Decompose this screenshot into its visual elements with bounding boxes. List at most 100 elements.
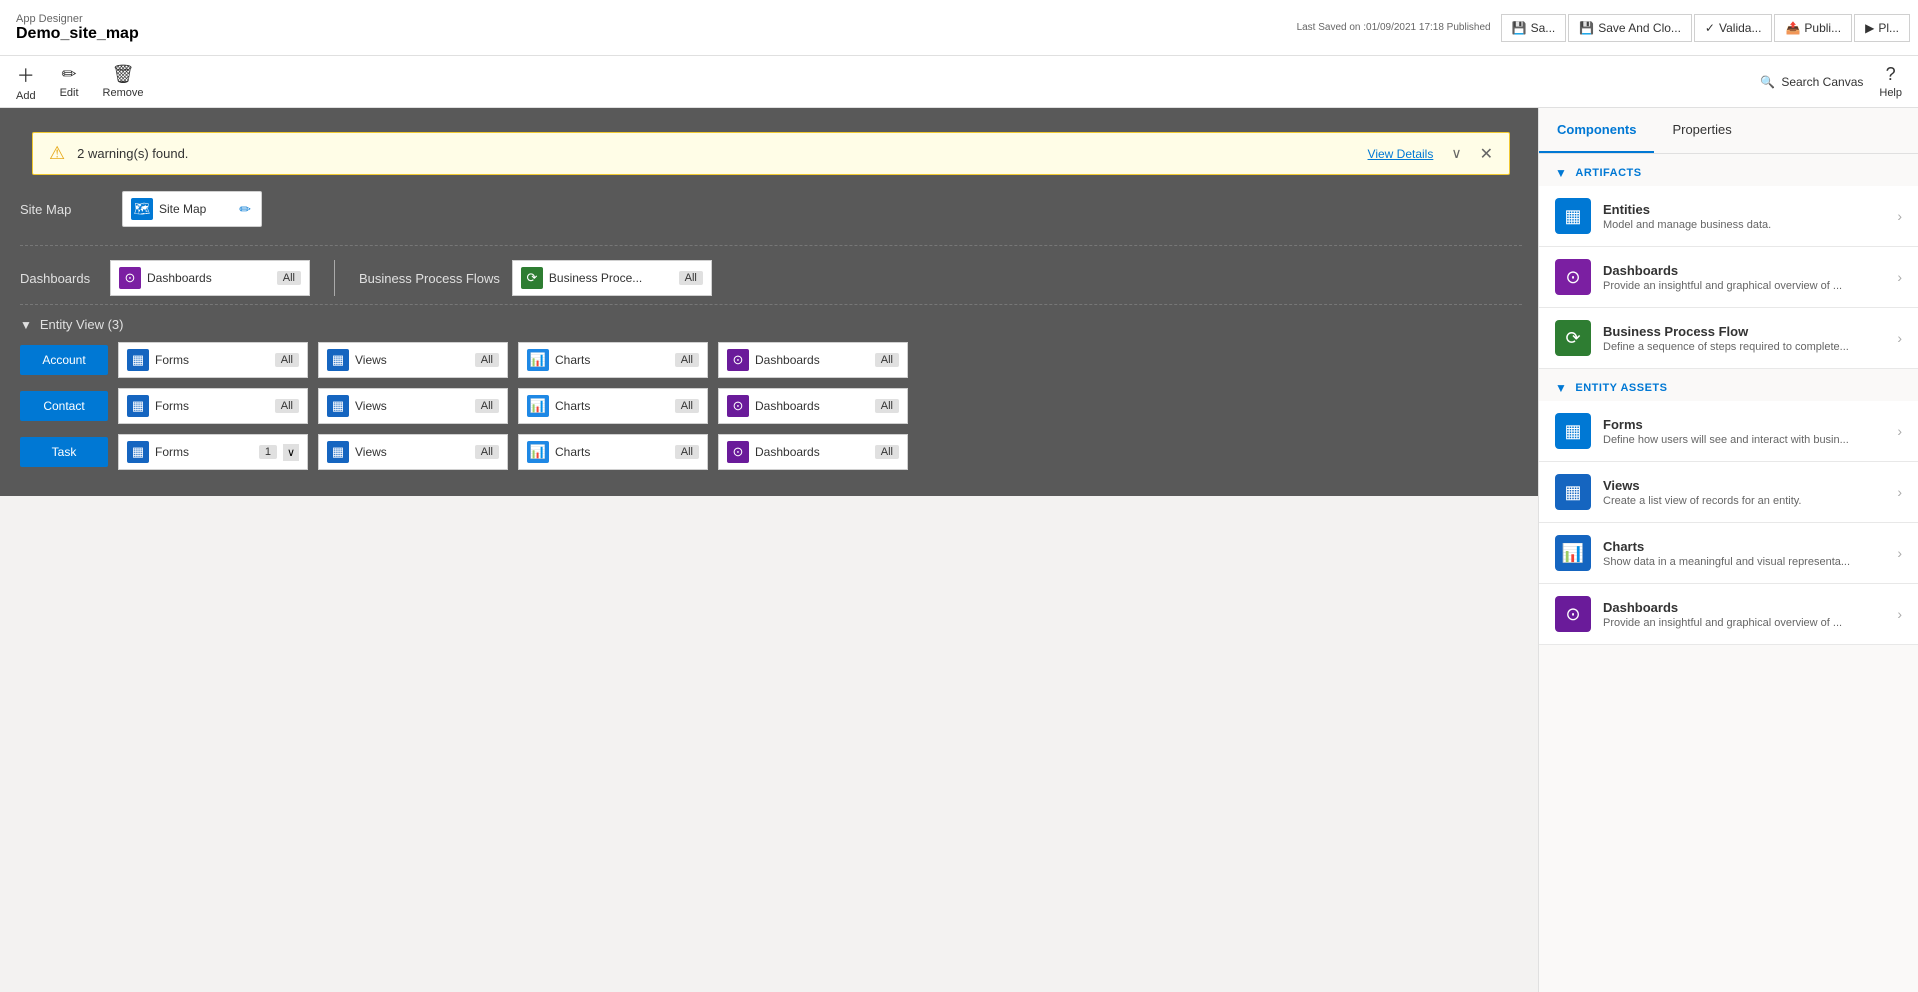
app-title-group: App Designer Demo_site_map bbox=[16, 13, 139, 43]
views-component-desc: Create a list view of records for an ent… bbox=[1603, 495, 1885, 507]
dashboards-icon: ⊙ bbox=[727, 349, 749, 371]
dashboards-node[interactable]: ⊙ Dashboards All bbox=[110, 260, 310, 296]
play-label: Pl... bbox=[1878, 21, 1899, 35]
account-forms-card[interactable]: ▦ Forms All bbox=[118, 342, 308, 378]
app-name: Demo_site_map bbox=[16, 25, 139, 43]
save-label: Sa... bbox=[1531, 21, 1556, 35]
task-dashboards-icon: ⊙ bbox=[727, 441, 749, 463]
account-views-card[interactable]: ▦ Views All bbox=[318, 342, 508, 378]
charts-component-name: Charts bbox=[1603, 539, 1885, 554]
task-views-card[interactable]: ▦ Views All bbox=[318, 434, 508, 470]
task-dashboards-card[interactable]: ⊙ Dashboards All bbox=[718, 434, 908, 470]
task-entity-button[interactable]: Task bbox=[20, 437, 108, 467]
dashboards-section-label: Dashboards bbox=[20, 271, 110, 286]
account-dashboards-card[interactable]: ⊙ Dashboards All bbox=[718, 342, 908, 378]
task-charts-label: Charts bbox=[555, 445, 669, 459]
help-toolbar-item[interactable]: ? Help bbox=[1879, 64, 1902, 99]
dashboards-artifact-text: Dashboards Provide an insightful and gra… bbox=[1603, 263, 1885, 292]
validate-button[interactable]: ✓ Valida... bbox=[1694, 14, 1773, 42]
contact-dashboards-card[interactable]: ⊙ Dashboards All bbox=[718, 388, 908, 424]
dashboards-asset-name: Dashboards bbox=[1603, 600, 1885, 615]
tab-properties[interactable]: Properties bbox=[1654, 108, 1749, 153]
contact-forms-label: Forms bbox=[155, 399, 269, 413]
dashboards-node-icon: ⊙ bbox=[119, 267, 141, 289]
component-charts[interactable]: 📊 Charts Show data in a meaningful and v… bbox=[1539, 523, 1918, 584]
app-designer-label: App Designer bbox=[16, 13, 139, 25]
site-map-node[interactable]: 🗺 Site Map ✏ bbox=[122, 191, 262, 227]
site-map-edit-button[interactable]: ✏ bbox=[237, 199, 253, 220]
divider-1 bbox=[20, 245, 1522, 246]
save-close-button[interactable]: 💾 Save And Clo... bbox=[1568, 14, 1692, 42]
account-charts-card[interactable]: 📊 Charts All bbox=[518, 342, 708, 378]
account-entity-button[interactable]: Account bbox=[20, 345, 108, 375]
save-button[interactable]: 💾 Sa... bbox=[1501, 14, 1567, 42]
task-forms-dropdown[interactable]: ∨ bbox=[283, 444, 299, 461]
entity-view-collapse-icon[interactable]: ▼ bbox=[20, 318, 32, 332]
forms-component-chevron: › bbox=[1897, 423, 1902, 439]
panel-content: ▼ ARTIFACTS ▦ Entities Model and manage … bbox=[1539, 154, 1918, 992]
views-component-name: Views bbox=[1603, 478, 1885, 493]
bpf-section-label: Business Process Flows bbox=[359, 271, 500, 286]
view-details-button[interactable]: View Details bbox=[1368, 147, 1434, 161]
component-forms[interactable]: ▦ Forms Define how users will see and in… bbox=[1539, 401, 1918, 462]
contact-charts-card[interactable]: 📊 Charts All bbox=[518, 388, 708, 424]
dashboards-all-badge: All bbox=[277, 271, 301, 285]
save-icon: 💾 bbox=[1512, 21, 1527, 35]
bpf-all-badge: All bbox=[679, 271, 703, 285]
component-views[interactable]: ▦ Views Create a list view of records fo… bbox=[1539, 462, 1918, 523]
warning-collapse-icon[interactable]: ∨ bbox=[1451, 145, 1461, 162]
task-views-badge: All bbox=[475, 445, 499, 459]
forms-component-desc: Define how users will see and interact w… bbox=[1603, 434, 1885, 446]
charts-component-text: Charts Show data in a meaningful and vis… bbox=[1603, 539, 1885, 568]
account-views-badge: All bbox=[475, 353, 499, 367]
add-toolbar-item[interactable]: ＋ Add bbox=[16, 62, 36, 102]
bpf-separator bbox=[334, 260, 335, 296]
bpf-node[interactable]: ⟳ Business Proce... All bbox=[512, 260, 712, 296]
component-dashboards-asset[interactable]: ⊙ Dashboards Provide an insightful and g… bbox=[1539, 584, 1918, 645]
warning-text: 2 warning(s) found. bbox=[77, 146, 1355, 161]
charts-icon: 📊 bbox=[527, 349, 549, 371]
remove-toolbar-item[interactable]: 🗑 Remove bbox=[103, 64, 144, 99]
dashboards-asset-text: Dashboards Provide an insightful and gra… bbox=[1603, 600, 1885, 629]
dashboards-artifact-icon: ⊙ bbox=[1555, 259, 1591, 295]
save-close-icon: 💾 bbox=[1579, 21, 1594, 35]
warning-close-icon[interactable]: ✕ bbox=[1480, 144, 1493, 164]
charts-component-chevron: › bbox=[1897, 545, 1902, 561]
edit-icon: ✏ bbox=[62, 64, 77, 85]
entities-text: Entities Model and manage business data. bbox=[1603, 202, 1885, 231]
bpf-icon: ⟳ bbox=[1555, 320, 1591, 356]
dashboards-node-label: Dashboards bbox=[147, 271, 271, 285]
site-map-node-label: Site Map bbox=[159, 202, 231, 216]
account-dashboards-label: Dashboards bbox=[755, 353, 869, 367]
account-entity-row: Account ▦ Forms All ▦ Views All 📊 Charts… bbox=[20, 342, 1522, 378]
account-charts-label: Charts bbox=[555, 353, 669, 367]
task-forms-card[interactable]: ▦ Forms 1 ∨ bbox=[118, 434, 308, 470]
edit-toolbar-item[interactable]: ✏ Edit bbox=[60, 64, 79, 99]
help-icon: ? bbox=[1886, 64, 1896, 85]
add-label: Add bbox=[16, 90, 36, 102]
save-info: Last Saved on :01/09/2021 17:18 Publishe… bbox=[1297, 22, 1491, 33]
canvas[interactable]: ⚠ 2 warning(s) found. View Details ∨ ✕ S… bbox=[0, 108, 1538, 496]
task-forms-icon: ▦ bbox=[127, 441, 149, 463]
task-charts-card[interactable]: 📊 Charts All bbox=[518, 434, 708, 470]
play-button[interactable]: ▶ Pl... bbox=[1854, 14, 1910, 42]
contact-views-card[interactable]: ▦ Views All bbox=[318, 388, 508, 424]
charts-component-icon: 📊 bbox=[1555, 535, 1591, 571]
top-bar-actions: Last Saved on :01/09/2021 17:18 Publishe… bbox=[1297, 0, 1918, 55]
component-dashboards[interactable]: ⊙ Dashboards Provide an insightful and g… bbox=[1539, 247, 1918, 308]
account-forms-label: Forms bbox=[155, 353, 269, 367]
contact-entity-button[interactable]: Contact bbox=[20, 391, 108, 421]
entity-assets-collapse-icon[interactable]: ▼ bbox=[1555, 381, 1567, 395]
search-canvas-item[interactable]: 🔍 Search Canvas bbox=[1760, 75, 1863, 89]
remove-label: Remove bbox=[103, 87, 144, 99]
component-bpf[interactable]: ⟳ Business Process Flow Define a sequenc… bbox=[1539, 308, 1918, 369]
publish-button[interactable]: 📤 Publi... bbox=[1774, 14, 1852, 42]
tab-components[interactable]: Components bbox=[1539, 108, 1654, 153]
task-charts-badge: All bbox=[675, 445, 699, 459]
contact-dashboards-icon: ⊙ bbox=[727, 395, 749, 417]
artifacts-collapse-icon[interactable]: ▼ bbox=[1555, 166, 1567, 180]
component-entities[interactable]: ▦ Entities Model and manage business dat… bbox=[1539, 186, 1918, 247]
contact-forms-card[interactable]: ▦ Forms All bbox=[118, 388, 308, 424]
contact-entity-row: Contact ▦ Forms All ▦ Views All 📊 Charts… bbox=[20, 388, 1522, 424]
task-dashboards-label: Dashboards bbox=[755, 445, 869, 459]
